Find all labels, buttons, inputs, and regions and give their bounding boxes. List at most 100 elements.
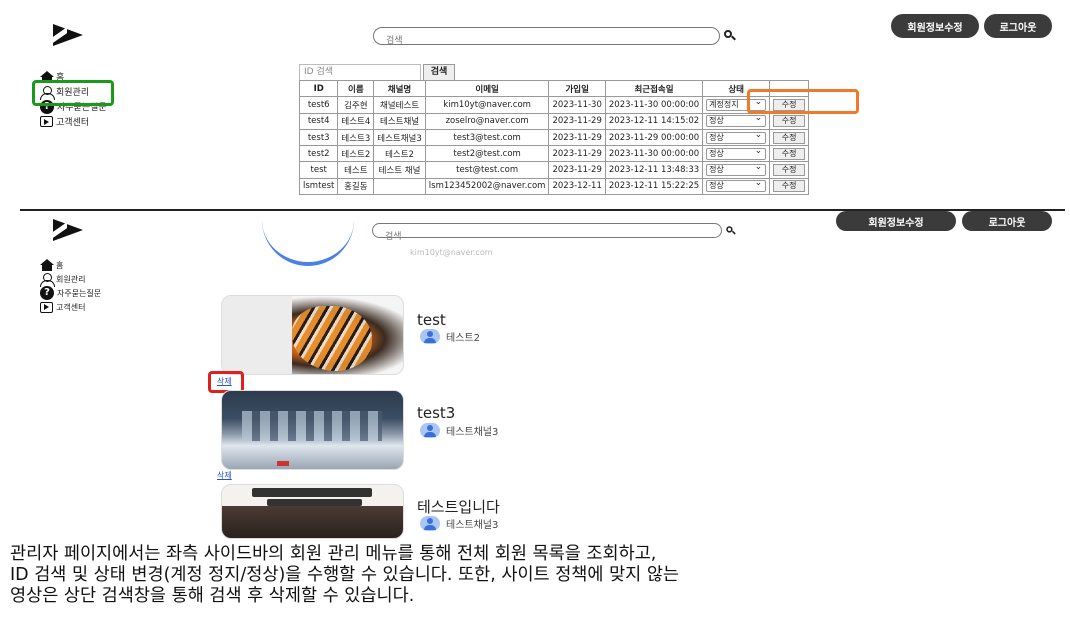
sidebar-label: 고객센터 xyxy=(56,118,90,128)
email-cell: zoselro@naver.com xyxy=(424,112,550,130)
search-bar[interactable] xyxy=(372,223,722,244)
user-icon xyxy=(40,273,55,287)
last-login-cell: 2023-12-11 13:48:33 xyxy=(604,161,704,179)
channel-cell xyxy=(373,177,426,196)
channel-name: 테스트채널3 xyxy=(446,520,499,531)
edit-profile-button[interactable]: 회원정보수정 xyxy=(891,14,979,38)
sidebar-highlight-box xyxy=(32,80,114,106)
sidebar-item-members[interactable]: 회원관리 xyxy=(40,272,101,287)
column-header: 최근접속일 xyxy=(604,79,704,98)
id-cell: test6 xyxy=(298,96,339,114)
video-thumbnail[interactable] xyxy=(221,390,404,470)
status-select[interactable]: 정상 xyxy=(706,162,767,177)
channel-name: 테스트채널3 xyxy=(446,427,499,438)
joined-cell: 2023-11-29 xyxy=(548,112,606,130)
edit-button[interactable]: 수정 xyxy=(773,131,806,144)
name-cell: 테스트 xyxy=(337,161,375,179)
sidebar-item-faq[interactable]: ? 자주묻는질문 xyxy=(40,286,101,300)
action-cell: 수정 xyxy=(769,112,810,130)
table-header-row: ID 이름 채널명 이메일 가입일 최근접속일 상태 xyxy=(298,79,810,98)
edit-button[interactable]: 수정 xyxy=(773,164,806,177)
email-cell: kim10yt@naver.com xyxy=(424,96,550,114)
table-row: test4 테스트4 테스트채널 zoselro@naver.com 2023-11-2… xyxy=(298,112,810,130)
video-thumbnail[interactable] xyxy=(221,295,404,375)
channel-cell: 채널테스트 xyxy=(373,96,426,114)
search-input[interactable] xyxy=(374,33,719,49)
edit-button[interactable]: 수정 xyxy=(773,147,806,160)
table-row: test3 테스트3 테스트채널3 test3@test.com 2023-11-29 2… xyxy=(298,128,810,147)
channel-info[interactable]: 테스트2 xyxy=(420,329,480,344)
channel-cell: 테스트 채널 xyxy=(373,161,426,179)
channel-cell: 테스트채널3 xyxy=(373,128,426,147)
edit-profile-button[interactable]: 회원정보수정 xyxy=(836,211,956,231)
id-search-button[interactable]: 검색 xyxy=(423,64,455,81)
play-icon xyxy=(40,116,53,127)
column-header: ID xyxy=(298,79,339,98)
sidebar-item-home[interactable]: 홈 xyxy=(40,258,101,272)
logout-button[interactable]: 로그아웃 xyxy=(984,14,1052,38)
member-table-body: test6 김주현 채널테스트 kim10yt@naver.com 2023-11-30… xyxy=(298,96,810,196)
id-cell: test2 xyxy=(298,145,339,163)
column-header: 채널명 xyxy=(373,79,426,98)
status-cell: 정상 xyxy=(702,128,771,147)
joined-cell: 2023-11-29 xyxy=(548,161,606,179)
channel-avatar-icon xyxy=(420,423,440,438)
status-highlight-box xyxy=(747,89,859,114)
column-header: 이름 xyxy=(337,79,375,98)
id-cell: test4 xyxy=(298,112,339,130)
caption-line: 관리자 페이지에서는 좌측 사이드바의 회원 관리 메뉴를 통해 전체 회원 목… xyxy=(10,544,657,564)
video-thumbnail[interactable] xyxy=(221,484,404,539)
action-cell: 수정 xyxy=(769,161,810,179)
email-cell: test3@test.com xyxy=(424,128,550,147)
status-cell: 정상 xyxy=(702,161,771,179)
sidebar-label: 자주묻는질문 xyxy=(57,288,102,298)
caption: 관리자 페이지에서는 좌측 사이드바의 회원 관리 메뉴를 통해 전체 회원 목… xyxy=(10,544,1065,607)
action-cell: 수정 xyxy=(769,128,810,147)
video-title[interactable]: 테스트입니다 xyxy=(417,496,500,517)
edit-button[interactable]: 수정 xyxy=(773,115,806,128)
sidebar-item-support[interactable]: 고객센터 xyxy=(40,114,107,129)
search-input[interactable] xyxy=(373,230,721,244)
profile-avatar xyxy=(262,210,354,266)
channel-avatar-icon xyxy=(420,516,440,531)
search-bar[interactable] xyxy=(373,27,720,49)
logo-icon[interactable] xyxy=(53,219,83,241)
sidebar-label: 회원관리 xyxy=(56,274,86,284)
channel-avatar-icon xyxy=(420,329,440,344)
member-table: ID 이름 채널명 이메일 가입일 최근접속일 상태 test6 김주현 채널테스트… xyxy=(298,79,810,196)
name-cell: 테스트2 xyxy=(337,145,375,163)
logout-button[interactable]: 로그아웃 xyxy=(962,211,1052,231)
video-title[interactable]: test xyxy=(417,311,446,329)
status-cell: 정상 xyxy=(702,177,771,196)
sidebar-label: 홈 xyxy=(56,260,64,270)
action-cell: 수정 xyxy=(769,177,810,196)
id-cell: test3 xyxy=(298,128,339,147)
last-login-cell: 2023-11-30 00:00:00 xyxy=(604,96,704,114)
status-select[interactable]: 정상 xyxy=(706,113,767,128)
question-icon: ? xyxy=(40,286,54,300)
search-icon[interactable] xyxy=(726,226,736,236)
status-select[interactable]: 정상 xyxy=(706,146,767,160)
id-cell: test xyxy=(298,161,339,179)
last-login-cell: 2023-11-30 00:00:00 xyxy=(604,145,704,163)
video-title[interactable]: test3 xyxy=(417,404,455,422)
delete-link[interactable]: 삭제 xyxy=(217,470,232,481)
sidebar-item-support[interactable]: 고객센터 xyxy=(40,300,101,314)
search-icon[interactable] xyxy=(724,30,736,42)
channel-name: 테스트2 xyxy=(446,333,480,344)
joined-cell: 2023-11-29 xyxy=(548,145,606,163)
logo-icon[interactable] xyxy=(53,24,83,46)
status-select[interactable]: 정상 xyxy=(706,178,767,193)
channel-cell: 테스트채널 xyxy=(373,112,426,130)
column-header: 이메일 xyxy=(424,79,550,98)
status-select[interactable]: 정상 xyxy=(706,130,767,144)
name-cell: 테스트3 xyxy=(337,128,375,147)
edit-button[interactable]: 수정 xyxy=(773,180,806,193)
channel-info[interactable]: 테스트채널3 xyxy=(420,423,498,438)
last-login-cell: 2023-12-11 15:22:25 xyxy=(604,177,704,196)
caption-line: ID 검색 및 상태 변경(계정 정지/정상)을 수행할 수 있습니다. 또한,… xyxy=(10,565,680,585)
id-search-input[interactable]: ID 검색 xyxy=(299,64,421,81)
email-cell: test@test.com xyxy=(424,161,550,179)
channel-info[interactable]: 테스트채널3 xyxy=(420,516,498,531)
last-login-cell: 2023-12-11 14:15:02 xyxy=(604,112,704,130)
